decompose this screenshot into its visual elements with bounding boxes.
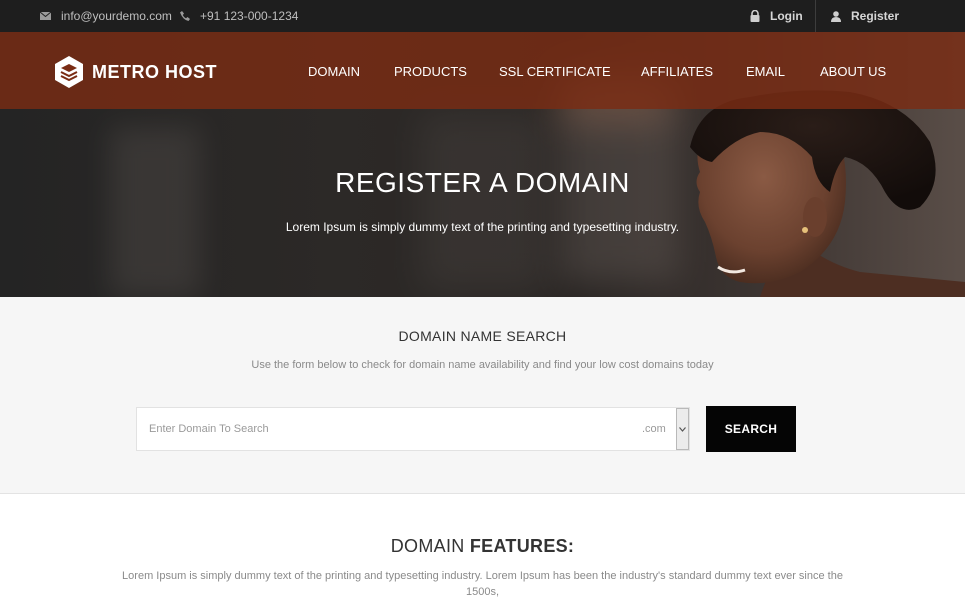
- search-button[interactable]: SEARCH: [706, 406, 796, 452]
- domain-search-section: DOMAIN NAME SEARCH Use the form below to…: [0, 297, 965, 494]
- nav-item-products[interactable]: PRODUCTS: [394, 64, 467, 79]
- hero-title: REGISTER A DOMAIN: [335, 167, 630, 198]
- chevron-down-icon[interactable]: [676, 408, 689, 450]
- nav-item-about-us[interactable]: ABOUT US: [820, 64, 886, 79]
- lock-icon: [750, 10, 760, 22]
- features-title: DOMAIN FEATURES:: [0, 536, 965, 557]
- topbar-divider: [815, 0, 816, 32]
- login-label: Login: [770, 9, 803, 23]
- register-label: Register: [851, 9, 900, 23]
- envelope-icon: [40, 12, 51, 20]
- nav-item-ssl-certificate[interactable]: SSL CERTIFICATE: [499, 64, 611, 79]
- hero-banner: METRO HOST DOMAIN PRODUCTS SSL CERTIFICA…: [0, 32, 965, 297]
- login-link[interactable]: Login: [750, 0, 803, 32]
- hero-subtitle: Lorem Ipsum is simply dummy text of the …: [285, 220, 680, 234]
- user-icon: [831, 10, 841, 22]
- stack-hexagon-icon: [55, 56, 83, 88]
- top-bar: info@yourdemo.com +91 123-000-1234 Login…: [0, 0, 965, 32]
- nav-item-email[interactable]: EMAIL: [746, 64, 785, 79]
- nav-item-domain[interactable]: DOMAIN: [308, 64, 360, 79]
- brand-name: METRO HOST: [92, 61, 217, 82]
- search-title: DOMAIN NAME SEARCH: [398, 328, 567, 344]
- domain-search-input[interactable]: [136, 407, 623, 451]
- tld-select[interactable]: .com: [622, 407, 690, 451]
- features-description: Lorem Ipsum is simply dummy text of the …: [122, 570, 843, 598]
- features-title-light: DOMAIN: [390, 536, 470, 556]
- phone-icon: [180, 11, 190, 21]
- tld-selected-value: .com: [642, 423, 666, 435]
- contact-phone-text: +91 123-000-1234: [200, 9, 299, 23]
- register-link[interactable]: Register: [831, 0, 899, 32]
- contact-email[interactable]: info@yourdemo.com: [40, 0, 172, 32]
- brand-logo[interactable]: METRO HOST: [52, 55, 217, 89]
- nav-item-affiliates[interactable]: AFFILIATES: [641, 64, 713, 79]
- search-description: Use the form below to check for domain n…: [251, 359, 714, 371]
- contact-email-text: info@yourdemo.com: [61, 9, 172, 23]
- contact-phone[interactable]: +91 123-000-1234: [180, 0, 298, 32]
- features-title-bold: FEATURES:: [469, 536, 575, 556]
